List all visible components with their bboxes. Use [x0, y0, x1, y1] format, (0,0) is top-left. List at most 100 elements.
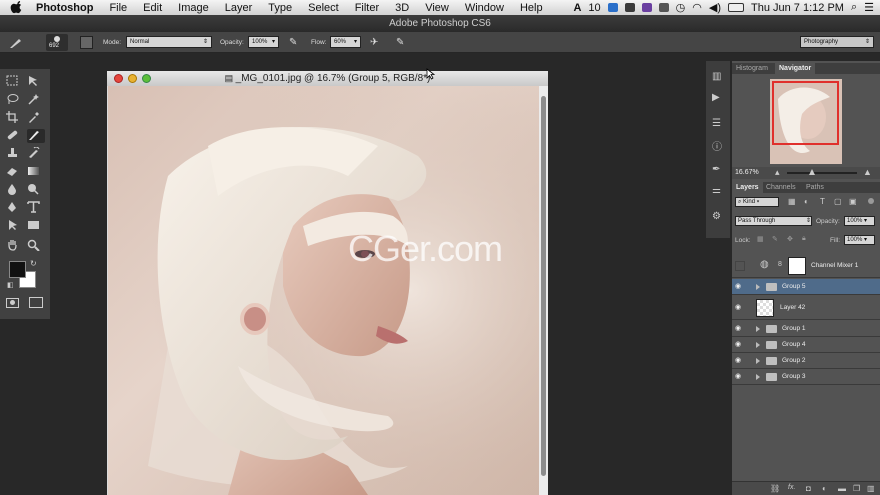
- layer-thumbnail[interactable]: [756, 299, 774, 317]
- eye-icon[interactable]: ◉: [735, 340, 745, 350]
- new-adjustment-icon[interactable]: ◐: [822, 484, 827, 493]
- link-icon[interactable]: 8: [778, 261, 782, 268]
- layer-row-group-1[interactable]: ◉ Group 1: [732, 321, 880, 337]
- zoom-window-icon[interactable]: [142, 74, 151, 83]
- volume-icon[interactable]: ◀): [709, 1, 721, 14]
- clock[interactable]: Thu Jun 7 1:12 PM: [751, 2, 844, 14]
- quick-mask-icon[interactable]: [6, 298, 19, 308]
- new-group-icon[interactable]: ▬: [838, 484, 846, 493]
- navigator-view-box[interactable]: [772, 81, 839, 145]
- workspace-select[interactable]: Photography ⇕: [800, 36, 874, 48]
- visibility-toggle-off[interactable]: [735, 261, 745, 271]
- layer-row-group-4[interactable]: ◉ Group 4: [732, 337, 880, 353]
- layer-row-channel-mixer-1[interactable]: ◍ 8 Channel Mixer 1: [732, 254, 880, 278]
- expand-triangle-icon[interactable]: [756, 284, 760, 290]
- filter-adjustment-icon[interactable]: ◐: [804, 197, 809, 206]
- expand-triangle-icon[interactable]: [756, 342, 760, 348]
- filter-type-icon[interactable]: T: [820, 197, 825, 206]
- eye-icon[interactable]: ◉: [735, 372, 745, 382]
- brush-panel-toggle-icon[interactable]: [80, 36, 93, 49]
- zoom-in-icon[interactable]: ▲: [863, 167, 872, 177]
- lock-pixels-icon[interactable]: ✎: [772, 235, 778, 243]
- pen-tool-icon[interactable]: [6, 201, 24, 215]
- menu-view[interactable]: View: [417, 2, 457, 14]
- add-mask-icon[interactable]: ◘: [806, 484, 811, 493]
- clone-source-icon[interactable]: ⚙: [712, 211, 721, 222]
- eye-icon[interactable]: ◉: [735, 303, 745, 313]
- tab-channels[interactable]: Channels: [762, 182, 800, 193]
- zoom-tool-icon[interactable]: [27, 239, 45, 253]
- screen-icon[interactable]: [658, 3, 669, 12]
- menu-edit[interactable]: Edit: [135, 2, 170, 14]
- expand-triangle-icon[interactable]: [756, 358, 760, 364]
- tab-layers[interactable]: Layers: [732, 182, 763, 193]
- expand-triangle-icon[interactable]: [756, 374, 760, 380]
- link-layers-icon[interactable]: ⛓: [770, 484, 780, 493]
- filter-pixel-icon[interactable]: ▦: [788, 197, 796, 206]
- lock-position-icon[interactable]: ✥: [787, 235, 793, 243]
- clone-stamp-tool-icon[interactable]: [6, 147, 24, 161]
- lock-transparent-icon[interactable]: ▦: [757, 235, 764, 243]
- zoom-out-icon[interactable]: ▴: [775, 167, 780, 178]
- eyedropper-tool-icon[interactable]: [27, 111, 45, 125]
- filter-kind-select[interactable]: ⌕ Kind ▾: [735, 197, 779, 207]
- brush-tool-icon[interactable]: [27, 129, 45, 143]
- menu-3d[interactable]: 3D: [387, 2, 417, 14]
- adjustments-panel-icon[interactable]: ☰: [712, 118, 721, 129]
- screen-mode-icon[interactable]: [29, 297, 43, 308]
- tab-histogram[interactable]: Histogram: [732, 63, 772, 74]
- airbrush-icon[interactable]: ✈: [370, 37, 378, 48]
- layer-opacity-field[interactable]: 100% ▾: [844, 216, 875, 226]
- filter-toggle-icon[interactable]: [868, 198, 874, 204]
- eraser-tool-icon[interactable]: [6, 165, 24, 179]
- path-selection-tool-icon[interactable]: [6, 219, 24, 233]
- history-brush-tool-icon[interactable]: [27, 146, 45, 161]
- swap-colors-icon[interactable]: ↻: [30, 259, 37, 268]
- eye-icon[interactable]: ◉: [735, 356, 745, 366]
- mode-select[interactable]: Normal ⇕: [126, 36, 212, 48]
- document-title-bar[interactable]: ▤ _MG_0101.jpg @ 16.7% (Group 5, RGB/8*): [107, 71, 548, 86]
- time-machine-icon[interactable]: ◷: [676, 1, 686, 14]
- navigator-thumbnail[interactable]: [770, 79, 842, 164]
- hand-tool-icon[interactable]: [6, 239, 24, 253]
- type-tool-icon[interactable]: [27, 201, 45, 215]
- fx-icon[interactable]: fx.: [788, 484, 795, 491]
- opacity-field[interactable]: 100% ▾: [248, 36, 279, 48]
- gradient-tool-icon[interactable]: [27, 165, 45, 179]
- zoom-slider[interactable]: [787, 169, 857, 175]
- menu-select[interactable]: Select: [300, 2, 347, 14]
- move-tool-icon[interactable]: [27, 75, 45, 89]
- menu-filter[interactable]: Filter: [347, 2, 387, 14]
- check-icon[interactable]: [624, 3, 635, 12]
- flow-field[interactable]: 60% ▾: [330, 36, 361, 48]
- eye-icon[interactable]: ◉: [735, 324, 745, 334]
- vertical-scrollbar[interactable]: [539, 86, 548, 495]
- lock-all-icon[interactable]: 🔒︎: [802, 235, 806, 243]
- filter-shape-icon[interactable]: ▢: [834, 197, 842, 206]
- info-panel-icon[interactable]: ⓘ: [712, 138, 722, 153]
- battery-icon[interactable]: [728, 3, 744, 12]
- menu-type[interactable]: Type: [260, 2, 300, 14]
- adobe-status-icon[interactable]: A: [573, 2, 581, 14]
- pressure-opacity-icon[interactable]: ✎: [289, 37, 297, 48]
- brush-settings-icon[interactable]: ⚌: [712, 185, 721, 196]
- dropbox-icon[interactable]: [607, 3, 618, 12]
- lasso-tool-icon[interactable]: [6, 93, 24, 107]
- fill-field[interactable]: 100% ▾: [844, 235, 875, 245]
- menu-file[interactable]: File: [101, 2, 135, 14]
- zoom-value[interactable]: 16.67%: [735, 169, 759, 176]
- brush-tool-icon[interactable]: [8, 37, 24, 49]
- dodge-tool-icon[interactable]: [27, 183, 45, 197]
- zoom-slider-handle[interactable]: [809, 169, 815, 175]
- blend-mode-select[interactable]: Pass Through ⇕: [735, 216, 812, 226]
- magic-wand-tool-icon[interactable]: [27, 93, 45, 107]
- layer-row-group-5[interactable]: ◉ Group 5: [732, 279, 880, 295]
- layer-row-group-3[interactable]: ◉ Group 3: [732, 369, 880, 385]
- eye-icon[interactable]: ◉: [735, 282, 745, 292]
- brush-presets-icon[interactable]: ✒: [712, 164, 720, 175]
- image-canvas[interactable]: CGer.com: [108, 86, 539, 495]
- pressure-size-icon[interactable]: ✎: [396, 37, 404, 48]
- marquee-tool-icon[interactable]: [6, 75, 24, 89]
- new-layer-icon[interactable]: ❐: [853, 484, 860, 493]
- foreground-color-swatch[interactable]: [9, 261, 26, 278]
